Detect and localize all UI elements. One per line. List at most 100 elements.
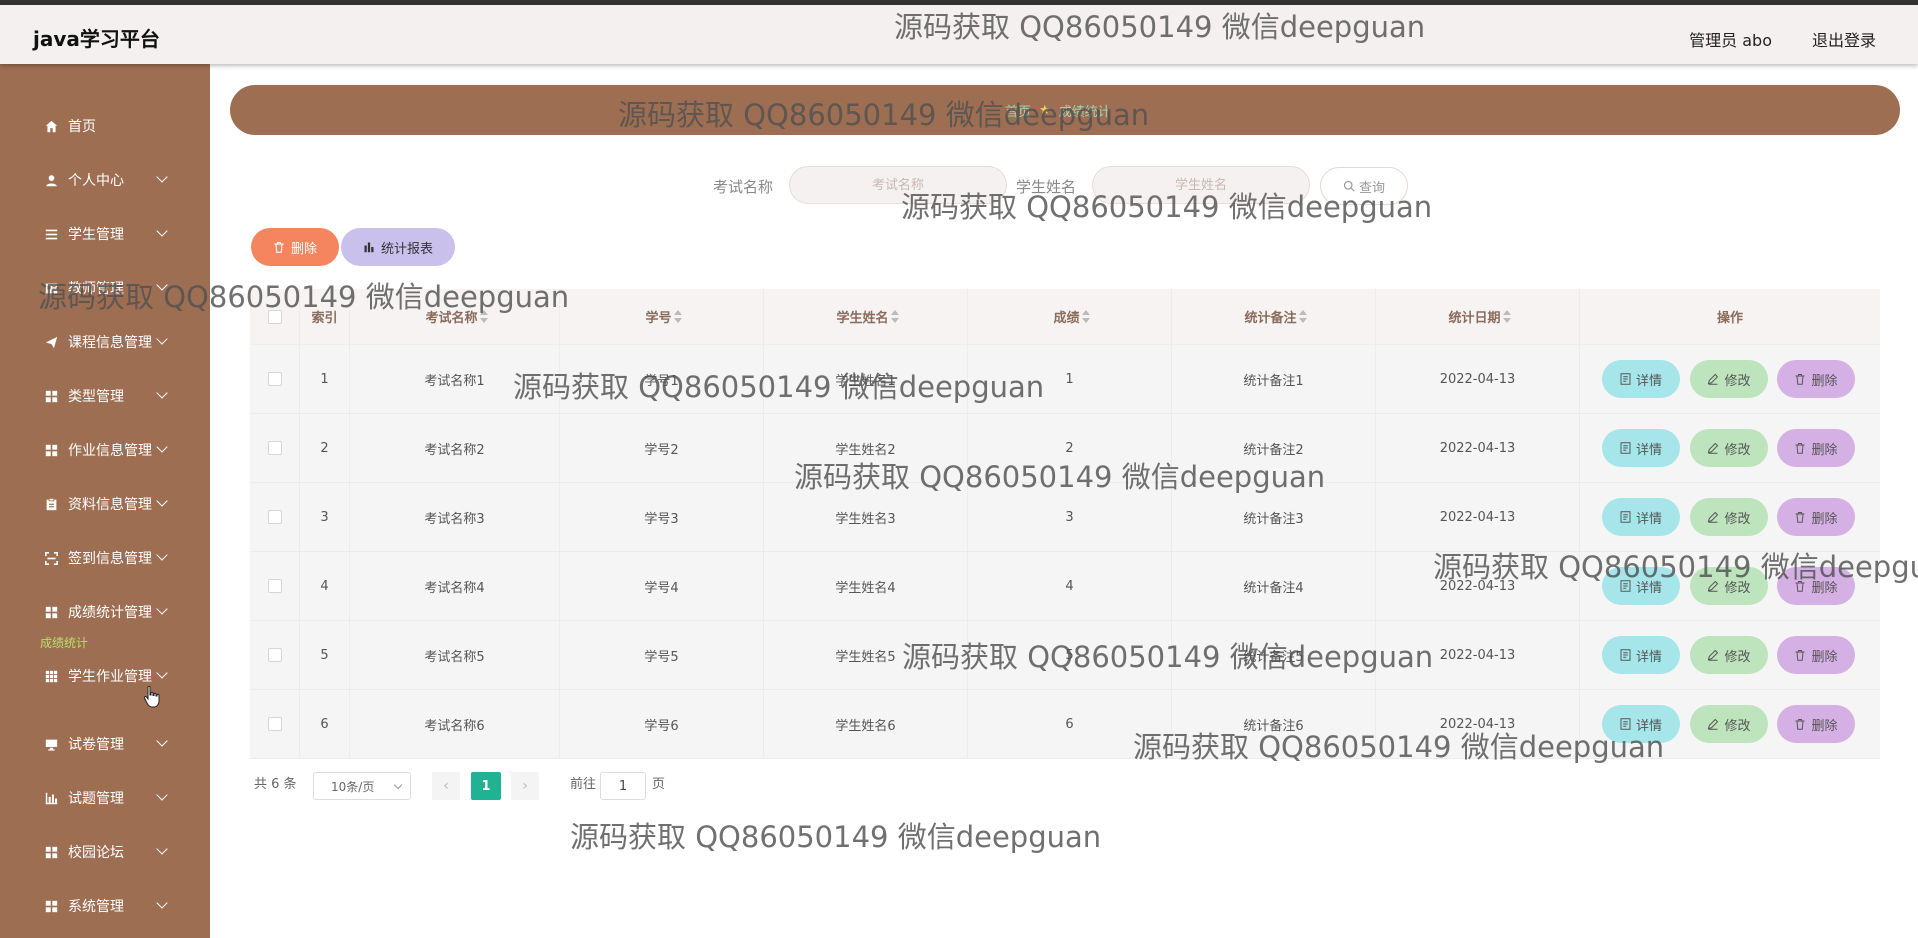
breadcrumb-home[interactable]: 首页 (1005, 101, 1031, 120)
detail-button[interactable]: 详情 (1602, 636, 1680, 674)
grid-icon (44, 389, 58, 403)
sidebar-item-questions[interactable]: 试题管理 (0, 778, 210, 818)
row-delete-button[interactable]: 删除 (1777, 360, 1855, 398)
home-icon (44, 119, 58, 133)
goto-page-input[interactable] (600, 772, 646, 800)
cell-text: 2 (320, 440, 329, 456)
cell-text: 3 (1065, 509, 1074, 525)
pencil-icon (1708, 511, 1719, 523)
cell-text: 考试名称3 (424, 511, 485, 527)
chevron-down-icon (156, 333, 168, 345)
detail-button[interactable]: 详情 (1602, 567, 1680, 605)
row-delete-button[interactable]: 删除 (1777, 705, 1855, 743)
cell-text: 考试名称6 (424, 718, 485, 734)
edit-button[interactable]: 修改 (1690, 705, 1768, 743)
cell-exam-name: 考试名称1 (350, 345, 560, 413)
sidebar-item-checkin[interactable]: 签到信息管理 (0, 538, 210, 578)
sidebar-item-system[interactable]: 系统管理 (0, 886, 210, 926)
next-page-button[interactable]: › (511, 772, 539, 800)
detail-button[interactable]: 详情 (1602, 498, 1680, 536)
row-checkbox[interactable] (267, 579, 282, 593)
col-header-label: 统计日期 (1448, 311, 1501, 326)
table-body: 1 考试名称1 学号1 学生姓名1 1 统计备注1 2022-04-13 详情 修改 删除 2 考试名… (250, 345, 1880, 759)
edit-button[interactable]: 修改 (1690, 498, 1768, 536)
row-checkbox[interactable] (267, 372, 282, 386)
detail-button[interactable]: 详情 (1602, 360, 1680, 398)
sidebar-item-materials[interactable]: 资料信息管理 (0, 484, 210, 524)
batch-delete-button[interactable]: 删除 (251, 228, 339, 266)
col-header-exam-name[interactable]: 考试名称 (350, 289, 560, 344)
cell-student-name: 学生姓名2 (764, 414, 968, 482)
row-delete-button[interactable]: 删除 (1777, 498, 1855, 536)
detail-button[interactable]: 详情 (1602, 705, 1680, 743)
stats-report-button[interactable]: 统计报表 (341, 228, 455, 266)
detail-button[interactable]: 详情 (1602, 429, 1680, 467)
row-delete-button[interactable]: 删除 (1777, 567, 1855, 605)
row-delete-button[interactable]: 删除 (1777, 429, 1855, 467)
sidebar-item-label: 个人中心 (68, 173, 124, 189)
student-name-input[interactable] (1092, 166, 1310, 204)
mouse-pointer-icon (143, 685, 161, 708)
select-all-checkbox[interactable] (267, 309, 282, 324)
sidebar-item-label: 类型管理 (68, 389, 124, 405)
col-header-label: 操作 (1716, 311, 1743, 326)
detail-label: 详情 (1635, 718, 1662, 734)
cell-text: 学生姓名6 (835, 718, 896, 734)
edit-label: 修改 (1724, 442, 1751, 458)
cell-text: 考试名称4 (424, 580, 485, 596)
cell-exam-name: 考试名称4 (350, 552, 560, 620)
detail-label: 详情 (1635, 580, 1662, 596)
cell-score: 4 (968, 552, 1172, 620)
edit-button[interactable]: 修改 (1690, 360, 1768, 398)
logout-link[interactable]: 退出登录 (1812, 27, 1876, 51)
sidebar-item-label: 系统管理 (68, 899, 124, 915)
edit-button[interactable]: 修改 (1690, 429, 1768, 467)
page-number-current[interactable]: 1 (471, 772, 501, 800)
col-header-date[interactable]: 统计日期 (1376, 289, 1580, 344)
trash-icon (1795, 374, 1805, 385)
sidebar-item-label: 学生管理 (68, 227, 124, 243)
chevron-down-icon (156, 387, 168, 399)
col-header-label: 成绩 (1053, 311, 1080, 326)
edit-label: 修改 (1724, 580, 1751, 596)
cell-exam-name: 考试名称2 (350, 414, 560, 482)
select-all-cell (250, 289, 300, 344)
sidebar-item-teachers[interactable]: 教师管理 (0, 268, 210, 308)
sidebar-item-home[interactable]: 首页 (0, 106, 210, 146)
exam-name-input[interactable] (789, 166, 1007, 204)
detail-label: 详情 (1635, 373, 1662, 389)
trash-icon (1795, 512, 1805, 523)
col-header-score[interactable]: 成绩 (968, 289, 1172, 344)
current-user: 管理员 abo (1689, 31, 1772, 50)
row-checkbox[interactable] (267, 510, 282, 524)
sidebar-subitem-score-stats[interactable]: 成绩统计 (40, 634, 88, 651)
exam-name-label: 考试名称 (713, 178, 774, 196)
row-delete-label: 删除 (1811, 442, 1838, 458)
cell-remark: 统计备注2 (1172, 414, 1376, 482)
edit-button[interactable]: 修改 (1690, 636, 1768, 674)
row-delete-label: 删除 (1811, 373, 1838, 389)
row-delete-button[interactable]: 删除 (1777, 636, 1855, 674)
sidebar-item-homework[interactable]: 作业信息管理 (0, 430, 210, 470)
sidebar-item-score-stats[interactable]: 成绩统计管理 (0, 592, 210, 632)
page-size-select[interactable]: 10条/页 (313, 772, 411, 800)
table-row: 5 考试名称5 学号5 学生姓名5 5 统计备注5 2022-04-13 详情 修改 删除 (250, 621, 1880, 690)
sidebar-item-papers[interactable]: 试卷管理 (0, 724, 210, 764)
prev-page-button[interactable]: ‹ (432, 772, 460, 800)
sidebar-item-student-homework[interactable]: 学生作业管理 (0, 656, 210, 696)
edit-label: 修改 (1724, 649, 1751, 665)
query-button[interactable]: 查询 (1320, 167, 1408, 205)
edit-button[interactable]: 修改 (1690, 567, 1768, 605)
row-checkbox[interactable] (267, 717, 282, 731)
col-header-student-no[interactable]: 学号 (560, 289, 764, 344)
row-checkbox[interactable] (267, 441, 282, 455)
col-header-remark[interactable]: 统计备注 (1172, 289, 1376, 344)
row-checkbox[interactable] (267, 648, 282, 662)
sidebar-item-types[interactable]: 类型管理 (0, 376, 210, 416)
col-header-student-name[interactable]: 学生姓名 (764, 289, 968, 344)
sidebar-item-courses[interactable]: 课程信息管理 (0, 322, 210, 362)
cell-score: 5 (968, 621, 1172, 689)
sidebar-item-personal-center[interactable]: 个人中心 (0, 160, 210, 200)
sidebar-item-students[interactable]: 学生管理 (0, 214, 210, 254)
sidebar-item-forum[interactable]: 校园论坛 (0, 832, 210, 872)
